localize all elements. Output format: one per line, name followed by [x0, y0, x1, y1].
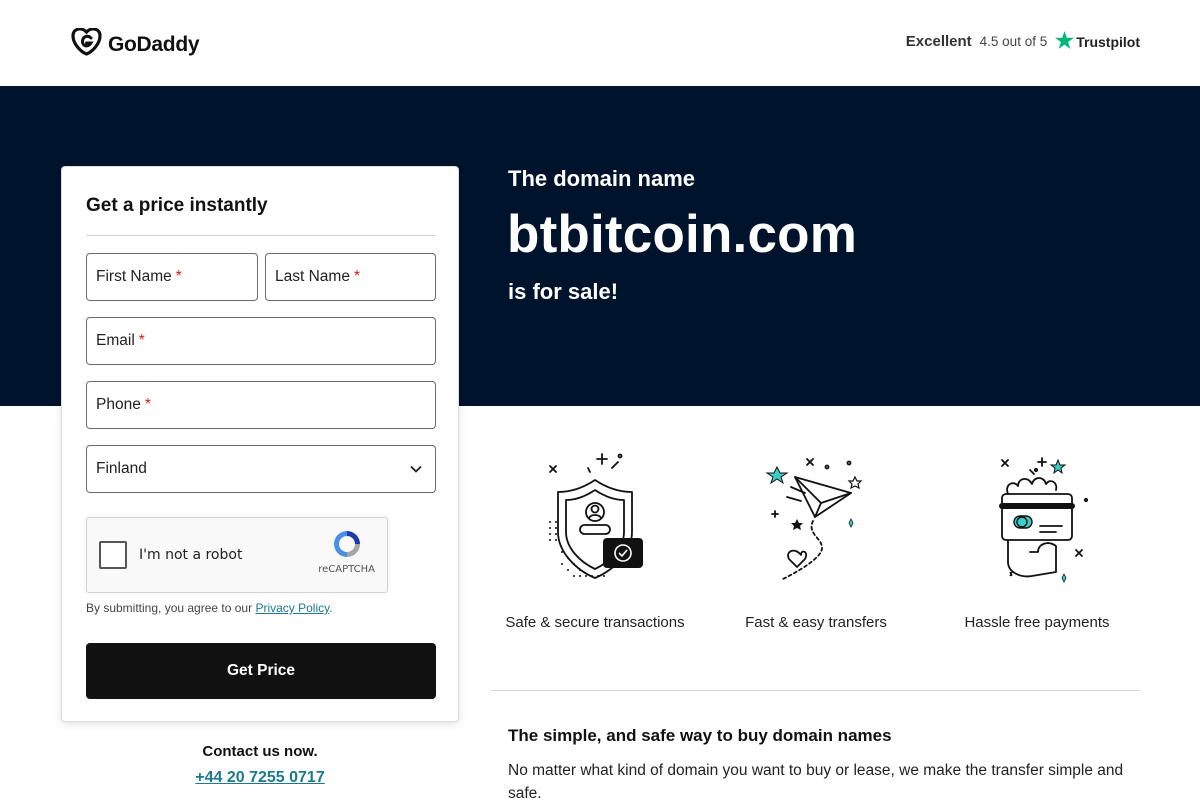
godaddy-logo-icon: [71, 27, 102, 61]
get-price-button[interactable]: Get Price: [86, 643, 436, 699]
required-mark: *: [144, 396, 151, 413]
godaddy-logo[interactable]: GoDaddy: [71, 27, 200, 61]
feature-label-fast: Fast & easy transfers: [745, 614, 887, 631]
info-text: No matter what kind of domain you want t…: [508, 762, 1124, 800]
recaptcha-icon: [331, 528, 363, 565]
phone-field[interactable]: Phone *: [86, 381, 436, 429]
recaptcha-widget: I'm not a robot reCAPTCHA: [86, 517, 388, 593]
divider: [86, 235, 436, 236]
consent-text: By submitting, you agree to our Privacy …: [86, 601, 333, 615]
contact-heading: Contact us now.: [202, 743, 318, 760]
captcha-checkbox[interactable]: [99, 541, 127, 569]
consent-prefix: By submitting, you agree to our: [86, 601, 253, 615]
rating-label: Excellent: [905, 33, 972, 50]
first-name-field[interactable]: First Name *: [86, 253, 258, 301]
email-field[interactable]: Email *: [86, 317, 436, 365]
rating-score: 4.5 out of 5: [979, 34, 1048, 49]
paper-plane-icon: [765, 455, 865, 590]
chevron-down-icon: [409, 462, 423, 481]
required-mark: *: [138, 332, 145, 349]
country-value: Finland: [96, 460, 147, 477]
brand-name: GoDaddy: [108, 32, 200, 56]
last-name-field[interactable]: Last Name *: [265, 253, 436, 301]
price-form-card: Get a price instantly First Name * Last N…: [61, 166, 459, 722]
form-title: Get a price instantly: [86, 195, 268, 216]
required-mark: *: [353, 268, 360, 285]
star-icon: [1055, 31, 1075, 52]
domain-name: btbitcoin.com: [507, 205, 858, 264]
privacy-policy-link[interactable]: Privacy Policy: [255, 601, 329, 615]
captcha-label: I'm not a robot: [139, 547, 243, 563]
trustpilot-rating[interactable]: Excellent 4.5 out of 5 Trustpilot: [906, 31, 1140, 52]
required-mark: *: [175, 268, 182, 285]
email-label: Email: [96, 332, 135, 349]
feature-label-payments: Hassle free payments: [964, 614, 1110, 631]
consent-suffix: .: [329, 601, 333, 615]
phone-label: Phone: [96, 396, 141, 413]
feature-label-secure: Safe & secure transactions: [505, 614, 685, 631]
info-title: The simple, and safe way to buy domain n…: [508, 726, 892, 745]
last-name-label: Last Name: [275, 268, 350, 285]
trustpilot-label: Trustpilot: [1076, 33, 1140, 50]
trustpilot-brand: Trustpilot: [1055, 31, 1140, 52]
site-header: GoDaddy Excellent 4.5 out of 5 Trustpilo…: [0, 0, 1200, 86]
sale-text: is for sale!: [508, 279, 619, 304]
contact-phone-link[interactable]: +44 20 7255 0717: [61, 769, 459, 787]
country-select[interactable]: Finland: [86, 445, 436, 493]
card-hand-icon: [990, 454, 1090, 589]
first-name-label: First Name: [96, 268, 172, 285]
captcha-brand: reCAPTCHA: [318, 564, 375, 575]
hero-intro: The domain name: [508, 166, 696, 191]
section-divider: [491, 690, 1140, 691]
shield-user-icon: [540, 452, 650, 587]
